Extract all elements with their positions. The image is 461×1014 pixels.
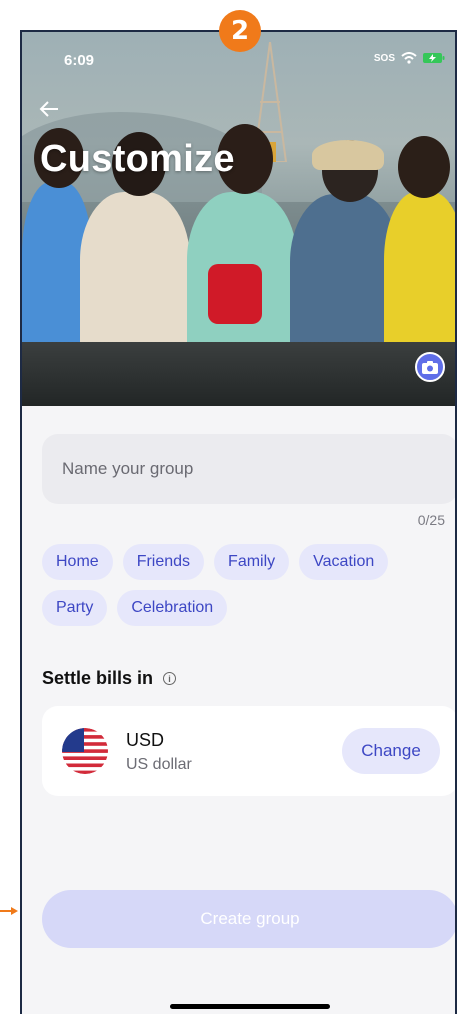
- group-name-input[interactable]: [42, 434, 455, 504]
- create-group-button[interactable]: Create group: [42, 890, 455, 948]
- tag-party[interactable]: Party: [42, 590, 108, 626]
- arrow-left-icon: [39, 101, 58, 117]
- sos-indicator: SOS: [373, 52, 395, 64]
- home-indicator: [170, 1004, 330, 1009]
- currency-code: USD: [126, 730, 165, 750]
- phone-screen: 6:09 SOS Customize Name your group 0/25 …: [20, 30, 457, 1014]
- char-counter: 0/25: [417, 512, 445, 528]
- battery-icon: [423, 53, 445, 63]
- pointer-arrow-icon: [0, 907, 18, 915]
- wifi-icon: [401, 52, 417, 64]
- tag-home[interactable]: Home: [42, 544, 113, 580]
- currency-card: USD US dollar Change: [42, 706, 455, 796]
- change-currency-button[interactable]: Change: [342, 728, 440, 774]
- us-flag-icon: [62, 728, 108, 774]
- tag-vacation[interactable]: Vacation: [299, 544, 389, 580]
- camera-icon: [422, 360, 438, 374]
- change-cover-button[interactable]: [415, 352, 445, 382]
- status-time: 6:09: [64, 52, 95, 69]
- settle-bills-heading: Settle bills in i: [42, 668, 177, 689]
- tag-family[interactable]: Family: [214, 544, 290, 580]
- currency-name: US dollar: [126, 756, 192, 773]
- settle-bills-label: Settle bills in: [42, 668, 154, 688]
- tag-friends[interactable]: Friends: [122, 544, 205, 580]
- page-title: Customize: [40, 138, 235, 180]
- back-button[interactable]: [38, 98, 66, 126]
- info-icon[interactable]: i: [163, 672, 177, 685]
- step-number-badge: 2: [219, 10, 261, 52]
- status-icons: SOS: [374, 52, 445, 64]
- tag-celebration[interactable]: Celebration: [117, 590, 228, 626]
- category-tags: Home Friends Family Vacation Party Celeb…: [42, 544, 442, 626]
- group-cover-image[interactable]: 6:09 SOS Customize: [22, 32, 455, 406]
